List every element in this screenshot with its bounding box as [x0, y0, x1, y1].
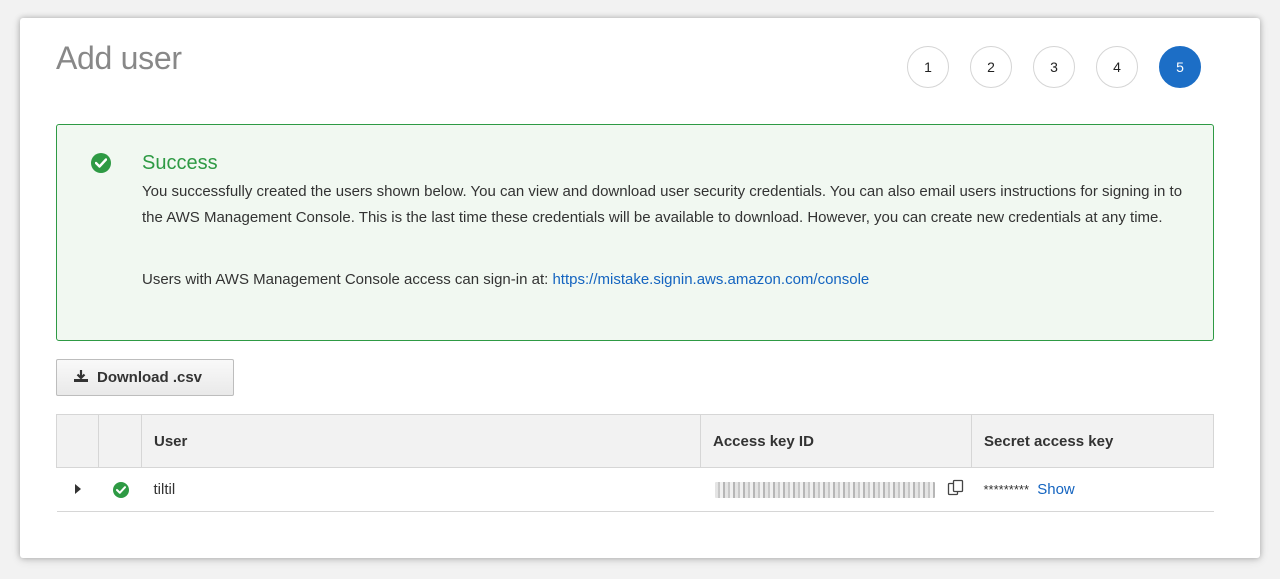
- access-key-cell: [700, 467, 972, 512]
- expand-caret-icon[interactable]: [74, 484, 81, 494]
- step-5[interactable]: 5: [1159, 46, 1201, 88]
- copy-icon[interactable]: [947, 479, 965, 501]
- status-column-header: [98, 414, 142, 468]
- page-title: Add user: [56, 40, 182, 76]
- table-row: tiltil ********* Show: [56, 467, 1214, 512]
- signin-prefix: Users with AWS Management Console access…: [142, 271, 553, 288]
- console-signin-link[interactable]: https://mistake.signin.aws.amazon.com/co…: [552, 271, 869, 288]
- secret-key-cell: ********* Show: [971, 467, 1214, 512]
- step-3[interactable]: 3: [1033, 46, 1075, 88]
- step-4[interactable]: 4: [1096, 46, 1138, 88]
- step-2[interactable]: 2: [970, 46, 1012, 88]
- step-1[interactable]: 1: [907, 46, 949, 88]
- secret-key-masked: *********: [983, 482, 1030, 497]
- show-secret-link[interactable]: Show: [1037, 481, 1075, 498]
- check-circle-icon: [91, 153, 111, 173]
- access-key-id-value: [714, 481, 935, 498]
- access-key-column-header[interactable]: Access key ID: [700, 414, 972, 468]
- secret-key-column-header[interactable]: Secret access key: [971, 414, 1214, 468]
- expand-column-header: [56, 414, 99, 468]
- main-window: Add user 1 2 3 4 5 Success You successfu…: [20, 18, 1260, 558]
- download-csv-label: Download .csv: [97, 369, 203, 386]
- user-column-header[interactable]: User: [141, 414, 701, 468]
- success-alert: Success You successfully created the use…: [56, 124, 1214, 341]
- signin-line: Users with AWS Management Console access…: [142, 271, 869, 288]
- user-cell: tiltil: [141, 467, 701, 512]
- alert-body: You successfully created the users shown…: [142, 183, 1183, 226]
- wizard-steps: 1 2 3 4 5: [907, 46, 1201, 88]
- download-csv-button[interactable]: Download .csv: [56, 359, 234, 396]
- alert-title: Success: [142, 152, 218, 174]
- download-icon: [73, 369, 89, 387]
- users-table: User Access key ID Secret access key til…: [56, 414, 1214, 512]
- success-check-icon: [112, 481, 129, 498]
- table-header-row: User Access key ID Secret access key: [56, 414, 1214, 468]
